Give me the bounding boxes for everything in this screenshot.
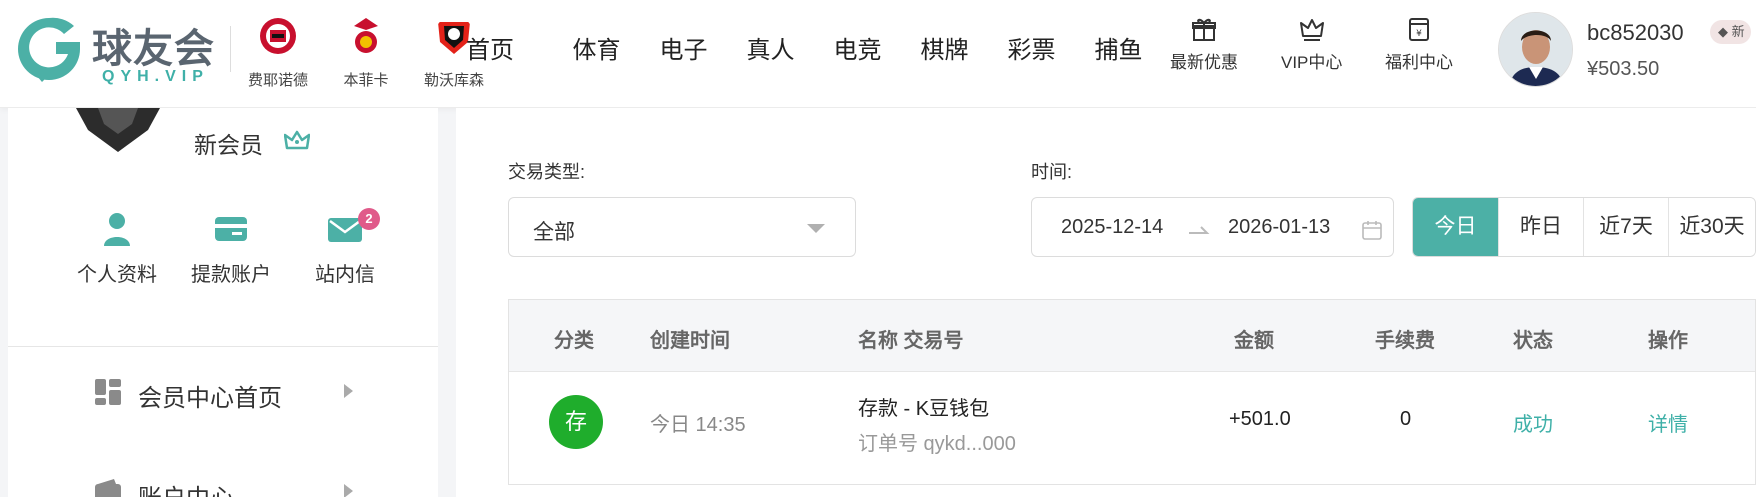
withdraw-account-shortcut[interactable]: 提款账户 <box>174 212 288 287</box>
crown-icon <box>1299 19 1324 41</box>
member-crown-icon <box>284 130 310 150</box>
col-amount: 金额 <box>1234 330 1274 352</box>
header-divider <box>230 26 231 72</box>
date-range-picker[interactable]: 2025-12-14 2026-01-13 <box>1031 197 1394 257</box>
wallet-yen-icon: ¥ <box>1409 18 1429 41</box>
nav-cards[interactable]: 棋牌 <box>901 30 988 65</box>
member-level: 新会员 <box>194 132 263 158</box>
profile-label: 个人资料 <box>77 264 157 286</box>
sidebar-divider <box>8 346 438 347</box>
date-end[interactable]: 2026-01-13 <box>1228 216 1330 239</box>
time-label: 时间: <box>1031 162 1073 182</box>
club-name: 费耶诺德 <box>247 72 308 89</box>
main-nav: 首页 体育 电子 真人 电竞 棋牌 彩票 捕鱼 <box>466 30 1162 65</box>
club-feyenoord[interactable]: 费耶诺德 <box>240 16 316 90</box>
logo-subtext: QYH.VIP <box>102 68 209 85</box>
member-shortcuts: 个人资料 提款账户 2 站内信 <box>60 208 402 287</box>
new-member-tag-label: 新 <box>1731 24 1745 39</box>
col-fee: 手续费 <box>1375 330 1435 352</box>
range-today-button[interactable]: 今日 <box>1413 198 1498 256</box>
row-order-number: 订单号 qykd...000 <box>858 433 1016 455</box>
transaction-records-panel: 交易类型: 全部 时间: 2025-12-14 2026-01-13 今日 昨日… <box>456 108 1756 497</box>
range-30days-button[interactable]: 近30天 <box>1668 198 1755 256</box>
date-start[interactable]: 2025-12-14 <box>1061 216 1163 239</box>
sidebar-item-member-home[interactable]: 会员中心首页 <box>88 372 368 412</box>
range-7days-button[interactable]: 近7天 <box>1583 198 1668 256</box>
inbox-shortcut[interactable]: 2 站内信 <box>288 208 402 287</box>
promotions-label: 最新优惠 <box>1170 53 1238 72</box>
sidebar-item-label: 会员中心首页 <box>138 385 282 412</box>
caret-down-icon <box>807 224 825 233</box>
wallet-icon <box>95 479 121 497</box>
club-name: 勒沃库森 <box>423 72 484 89</box>
member-sidebar: 新会员 个人资料 提款账户 2 站内信 会员中心首页 <box>8 108 438 497</box>
user-avatar-icon <box>1499 13 1572 86</box>
vip-center-label: VIP中心 <box>1281 53 1343 72</box>
sidebar-item-account-center[interactable]: 账户中心 <box>88 472 368 497</box>
welfare-center-label: 福利中心 <box>1385 53 1453 72</box>
nav-home[interactable]: 首页 <box>466 30 553 65</box>
row-name: 存款 - K豆钱包 <box>858 398 990 420</box>
avatar[interactable] <box>1498 12 1573 87</box>
nav-esports[interactable]: 电竞 <box>814 30 901 65</box>
svg-text:¥: ¥ <box>1416 29 1422 39</box>
user-icon <box>104 213 130 246</box>
transaction-type-select[interactable]: 全部 <box>508 197 856 257</box>
new-member-tag: ◆ 新 <box>1710 20 1751 44</box>
row-created-time: 今日 14:35 <box>650 414 746 436</box>
profile-shortcut[interactable]: 个人资料 <box>60 212 174 287</box>
sidebar-item-label: 账户中心 <box>138 478 234 497</box>
arrow-right-icon <box>1189 226 1210 234</box>
row-detail-link[interactable]: 详情 <box>1648 408 1688 437</box>
account-balance: ¥503.50 <box>1587 58 1660 80</box>
table-header: 分类 创建时间 名称 交易号 金额 手续费 状态 操作 <box>509 300 1755 372</box>
gift-icon <box>1192 18 1216 41</box>
range-yesterday-button[interactable]: 昨日 <box>1498 198 1583 256</box>
nav-live-casino[interactable]: 真人 <box>727 30 814 65</box>
nav-lottery[interactable]: 彩票 <box>988 30 1075 65</box>
promotions-link[interactable]: 最新优惠 <box>1170 16 1238 73</box>
withdraw-account-label: 提款账户 <box>191 264 271 286</box>
col-actions: 操作 <box>1648 330 1688 352</box>
col-created-time: 创建时间 <box>650 330 730 352</box>
club-partners: 费耶诺德 本菲卡 勒沃库森 <box>240 16 492 90</box>
inbox-label: 站内信 <box>315 264 375 286</box>
row-status: 成功 <box>1513 414 1553 436</box>
feyenoord-badge-icon <box>260 18 296 54</box>
nav-slots[interactable]: 电子 <box>640 30 727 65</box>
transaction-type-label: 交易类型: <box>508 162 586 182</box>
logo-mark-icon <box>18 17 80 82</box>
col-status: 状态 <box>1513 330 1553 352</box>
quick-date-range: 今日 昨日 近7天 近30天 <box>1412 197 1756 257</box>
row-amount: +501.0 <box>1229 408 1291 430</box>
nav-sports[interactable]: 体育 <box>553 30 640 65</box>
benfica-badge-icon <box>354 18 378 53</box>
member-level-badge-icon <box>76 108 160 152</box>
unread-count-badge: 2 <box>358 208 380 230</box>
top-header: 球友会 QYH.VIP 费耶诺德 本菲卡 勒沃库森 首页 体育 电子 真人 电竞… <box>0 0 1756 108</box>
deposit-badge: 存 <box>549 395 603 449</box>
username: bc852030 <box>1587 20 1684 45</box>
col-category: 分类 <box>554 330 594 352</box>
club-benfica[interactable]: 本菲卡 <box>328 16 404 90</box>
dashboard-icon <box>95 379 121 405</box>
nav-fishing[interactable]: 捕鱼 <box>1075 30 1162 65</box>
club-name: 本菲卡 <box>343 72 389 89</box>
vip-center-link[interactable]: VIP中心 <box>1281 16 1342 73</box>
calendar-icon <box>1362 221 1382 240</box>
card-icon <box>215 217 247 241</box>
site-logo[interactable]: 球友会 QYH.VIP <box>12 12 227 88</box>
row-fee: 0 <box>1400 408 1412 430</box>
welfare-center-link[interactable]: ¥ 福利中心 <box>1385 16 1453 73</box>
diamond-icon: ◆ <box>1718 24 1728 39</box>
transaction-type-value: 全部 <box>533 221 575 244</box>
logo-text: 球友会 <box>92 26 215 72</box>
chevron-right-icon <box>344 484 353 497</box>
chevron-right-icon <box>344 384 353 398</box>
transaction-table: 分类 创建时间 名称 交易号 金额 手续费 状态 操作 存 今日 14:35 存… <box>508 299 1756 485</box>
col-name-txid: 名称 交易号 <box>858 330 964 352</box>
